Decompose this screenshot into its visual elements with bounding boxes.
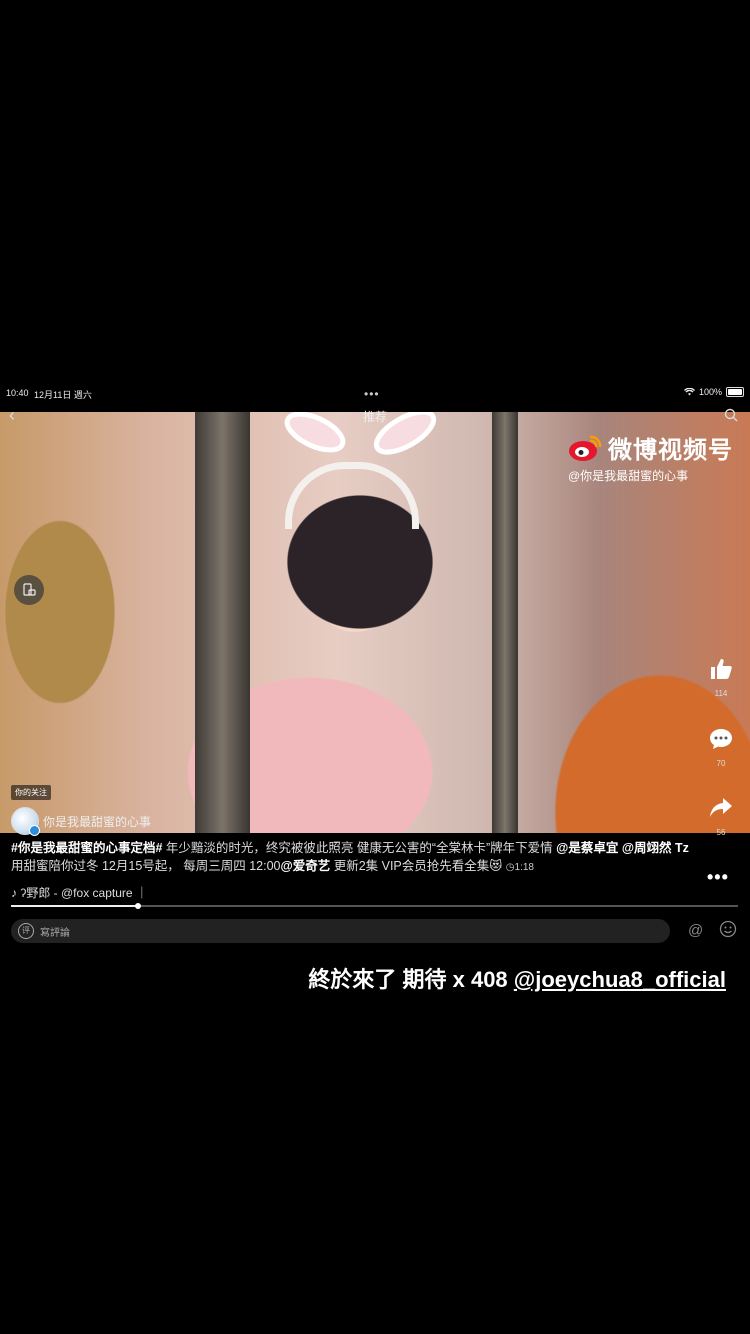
- battery-icon: [726, 387, 744, 397]
- share-count: 56: [716, 828, 726, 837]
- video-caption: #你是我最甜蜜的心事定档# 年少黯淡的时光，终究被彼此照亮 健康无公害的“全棠林…: [11, 839, 701, 877]
- overlay-text: 終於來了 期待 x 408: [308, 967, 514, 992]
- caption-text: 更新2集 VIP会员抢先看全集: [330, 859, 490, 873]
- search-icon[interactable]: [724, 408, 738, 427]
- watermark-account: @你是我最甜蜜的心事: [568, 469, 689, 483]
- rotate-screen-button[interactable]: [14, 575, 44, 605]
- comment-button[interactable]: 70: [706, 728, 736, 768]
- carousel-pole: [195, 412, 250, 833]
- mention-link[interactable]: @爱奇艺: [281, 859, 331, 873]
- story-overlay-text: 終於來了 期待 x 408 @joeychua8_official: [0, 962, 726, 994]
- status-bar: 10:40 12月11日 週六 ••• 100%: [0, 383, 750, 403]
- status-date: 12月11日 週六: [34, 390, 92, 400]
- mention-link[interactable]: @是蔡卓宜: [556, 841, 618, 855]
- video-duration: 1:18: [514, 862, 534, 873]
- avatar[interactable]: [11, 807, 40, 836]
- mention-at-icon[interactable]: @: [688, 922, 703, 939]
- playback-progress[interactable]: [11, 903, 738, 909]
- like-button[interactable]: 114: [706, 658, 736, 698]
- comment-icon: [710, 729, 732, 749]
- multitask-dots-icon[interactable]: •••: [364, 387, 380, 401]
- bunny-headband: [285, 462, 419, 529]
- like-count: 114: [714, 689, 728, 698]
- music-info[interactable]: ♪ ʔ野郎 - @fox capture ｜: [11, 884, 148, 901]
- comment-input[interactable]: 评 寫評論: [11, 919, 670, 943]
- caption-text: 用甜蜜陪你过冬 12月15号起， 每周三周四 12:00: [11, 859, 281, 873]
- author-name[interactable]: 你是我最甜蜜的心事: [43, 813, 151, 830]
- verified-icon: [29, 825, 40, 836]
- thumbs-up-icon: [711, 659, 732, 679]
- wifi-icon: [683, 388, 695, 396]
- share-arrow-icon: [710, 798, 732, 817]
- video-header: ‹ 推荐: [0, 405, 750, 427]
- progress-fill: [11, 905, 139, 907]
- comment-badge-icon: 评: [18, 923, 34, 939]
- weibo-watermark: 微博视频号 @你是我最甜蜜的心事: [568, 430, 733, 484]
- progress-handle[interactable]: [135, 903, 142, 909]
- weibo-logo-icon: [569, 435, 602, 461]
- more-options-icon[interactable]: •••: [707, 867, 729, 888]
- comment-count: 70: [716, 759, 726, 768]
- rotate-icon: [23, 583, 36, 596]
- overlay-mention[interactable]: @joeychua8_official: [514, 967, 726, 992]
- watermark-brand: 微博视频号: [608, 437, 733, 464]
- cat-emoji-icon: 😻: [489, 859, 503, 873]
- status-right: 100%: [683, 387, 744, 397]
- author-row[interactable]: 你是我最甜蜜的心事: [11, 807, 151, 836]
- share-button[interactable]: 56: [706, 797, 736, 837]
- comment-placeholder: 寫評論: [40, 927, 70, 939]
- hashtag-link[interactable]: #你是我最甜蜜的心事定档#: [11, 841, 162, 855]
- caption-text: 年少黯淡的时光，终究被彼此照亮 健康无公害的“全棠林卡”牌年下爱情: [162, 841, 557, 855]
- page-title: 推荐: [362, 410, 387, 424]
- clock-icon: ◷: [505, 862, 515, 873]
- following-badge: 你的关注: [11, 785, 51, 800]
- status-time: 10:40: [6, 388, 29, 398]
- carousel-pole: [492, 412, 518, 833]
- emoji-icon[interactable]: [719, 920, 737, 943]
- battery-percent: 100%: [698, 387, 722, 397]
- mention-link[interactable]: @周翊然 Tz: [622, 841, 689, 855]
